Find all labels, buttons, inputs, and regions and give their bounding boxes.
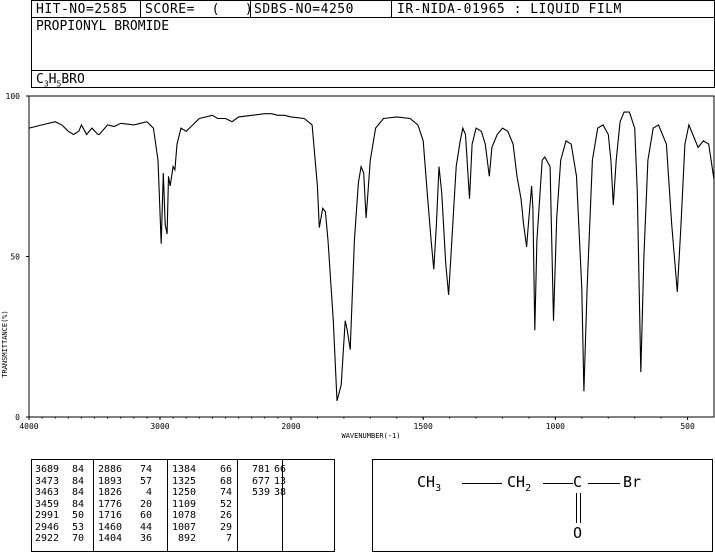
peak-cell: 7 (225, 533, 232, 544)
compound-name-box: PROPIONYL BROMIDE (31, 17, 715, 71)
peak-cell: 1716 (98, 510, 123, 521)
peak-cell: 84 (71, 498, 84, 510)
peaks-table: 3689 84 2886 74 1384 66 781 66 3473 84 1893 57 1325 6… (31, 459, 335, 552)
peak-cell: 2922 (35, 533, 60, 544)
peak-cell: 3459 (35, 498, 60, 510)
peak-cell: 84 (71, 475, 84, 487)
peak-cell: 892 (177, 533, 196, 544)
x-tick-label: 1000 (546, 422, 565, 431)
sdbs-number: SDBS-NO=4250 (254, 2, 354, 17)
peak-cell: 26 (219, 510, 232, 521)
peak-cell: 66 (273, 464, 286, 475)
peak-cell: 1250 (172, 487, 197, 498)
peak-cell: 36 (139, 533, 152, 544)
peak-cell: 74 (139, 464, 152, 475)
ch3-group: CH3 (417, 473, 442, 494)
peak-cell: 20 (139, 498, 152, 510)
peak-cell: 84 (71, 464, 84, 475)
peak-cell: 3689 (35, 464, 60, 475)
bond-3 (588, 483, 620, 484)
bond-2 (543, 483, 573, 484)
peak-cell: 1109 (172, 498, 197, 510)
peak-cell: 74 (219, 487, 232, 498)
peak-cell: 52 (219, 498, 232, 510)
score: SCORE= ( ) (145, 2, 254, 17)
x-tick-label: 2000 (281, 422, 300, 431)
x-tick-label: 3000 (150, 422, 169, 431)
peak-cell: 57 (139, 475, 152, 487)
peak-cell: 2991 (35, 510, 60, 521)
carbonyl-carbon: C (573, 473, 583, 491)
x-axis-label: WAVENUMBER(-1) (341, 432, 400, 440)
y-tick-label: 50 (10, 253, 20, 262)
bond-1 (462, 483, 502, 484)
structure-box: CH3 CH2 C Br O (372, 459, 713, 552)
peak-cell: 1384 (172, 464, 197, 475)
peak-cell: 1893 (98, 475, 123, 487)
peak-cell: 3473 (35, 475, 60, 487)
compound-name: PROPIONYL BROMIDE (36, 19, 170, 34)
peak-cell: 29 (219, 521, 232, 533)
peak-cell: 1826 (98, 487, 123, 498)
peak-cell: 13 (273, 475, 286, 487)
peak-cell: 1007 (172, 521, 197, 533)
bromine-atom: Br (623, 473, 642, 491)
peak-cell: 70 (71, 533, 84, 544)
peak-cell: 1460 (98, 521, 123, 533)
peak-cell: 3463 (35, 487, 60, 498)
peak-cell: 66 (219, 464, 232, 475)
peak-cell: 84 (71, 487, 84, 498)
x-tick-label: 4000 (19, 422, 38, 431)
double-bond-right (580, 493, 581, 523)
hit-number: HIT-NO=2585 (36, 2, 128, 17)
plot-frame (28, 95, 715, 418)
peak-cell: 1404 (98, 533, 123, 544)
ch2-group: CH2 (507, 473, 532, 494)
header-bar: HIT-NO=2585 SCORE= ( ) SDBS-NO=4250 IR-N… (31, 0, 715, 18)
spectrum-series-line (28, 111, 715, 402)
peak-cell: 44 (139, 521, 152, 533)
x-tick-label: 1500 (414, 422, 433, 431)
molecular-formula: C3H5BRO (36, 72, 85, 89)
ir-info: IR-NIDA-01965 : LIQUID FILM (397, 2, 622, 17)
double-bond-left (576, 493, 577, 523)
y-tick-label: 100 (6, 92, 21, 101)
y-axis-label: TRANSMITTANCE(%) (1, 310, 9, 377)
peak-cell: 53 (71, 521, 84, 533)
y-tick-label: 0 (15, 413, 20, 422)
peak-cell: 38 (273, 487, 286, 498)
peak-cell: 1325 (172, 475, 197, 487)
formula-box: C3H5BRO (31, 70, 715, 89)
x-tick-label: 500 (680, 422, 695, 431)
peak-cell: 1078 (172, 510, 197, 521)
peak-cell: 4 (145, 487, 152, 498)
peak-cell: 50 (71, 510, 84, 521)
peak-cell: 68 (219, 475, 232, 487)
oxygen-atom: O (573, 524, 583, 542)
peak-cell: 2886 (98, 464, 123, 475)
peak-cell: 1776 (98, 498, 123, 510)
peak-cell: 60 (139, 510, 152, 521)
peak-cell: 2946 (35, 521, 60, 533)
